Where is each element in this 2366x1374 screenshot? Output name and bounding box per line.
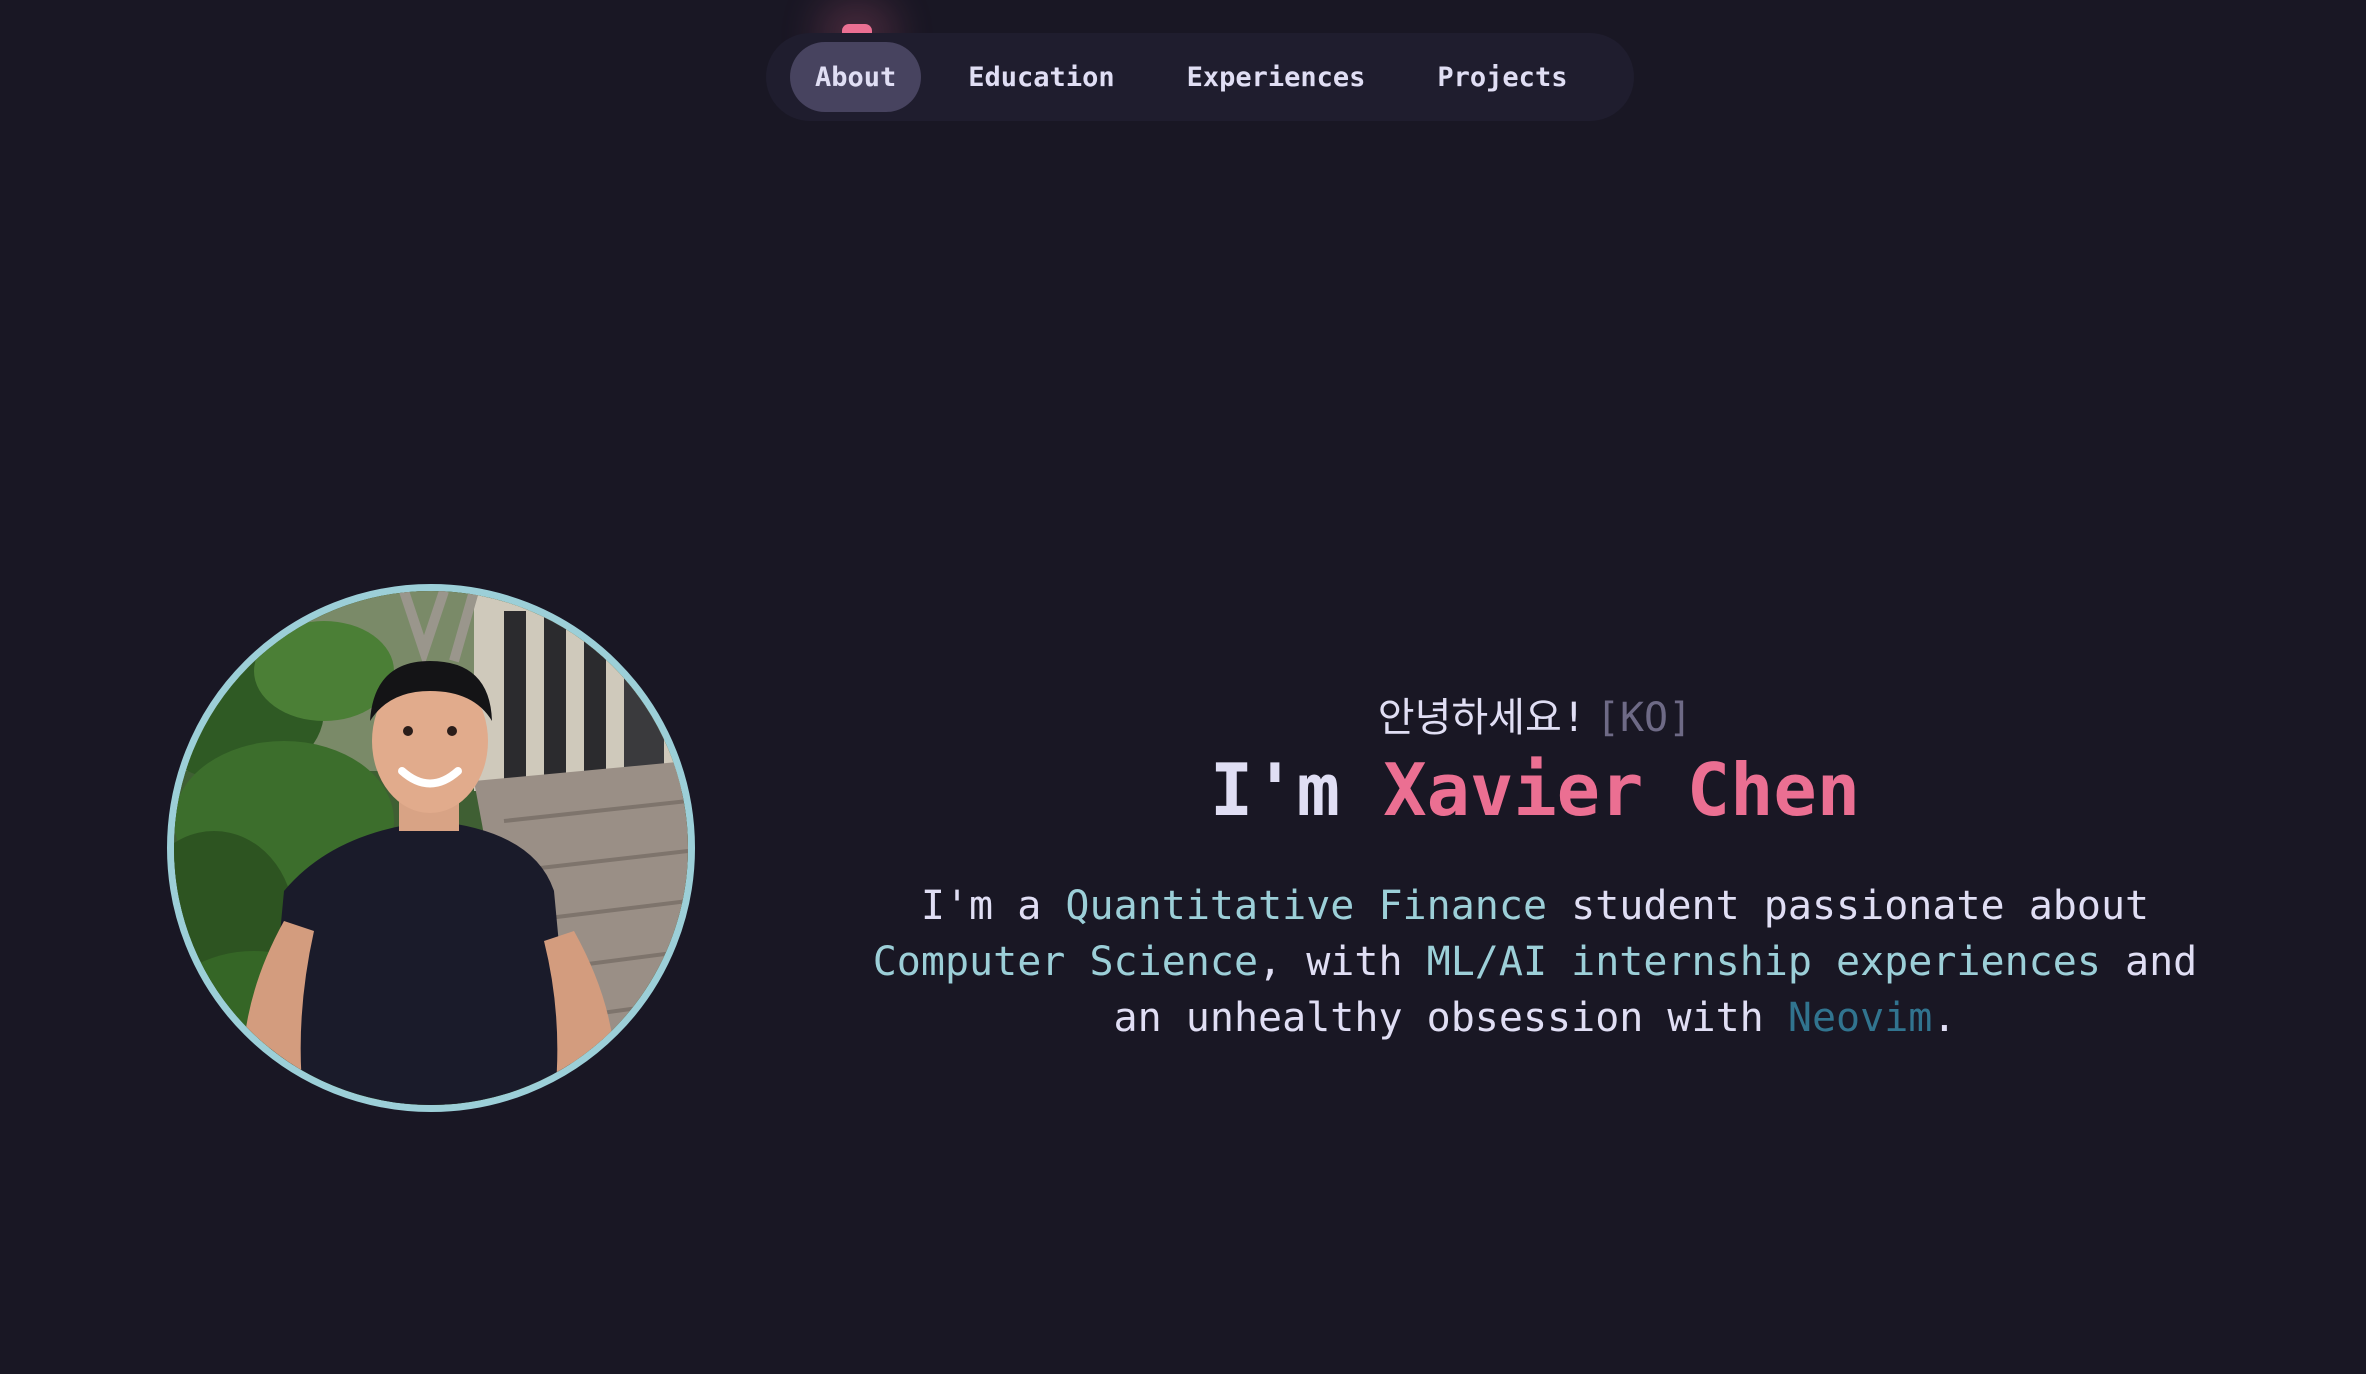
greeting-text: 안녕하세요! — [1377, 695, 1586, 741]
nav-projects[interactable]: Projects — [1412, 42, 1592, 112]
bio-text-5: . — [1932, 995, 1957, 1041]
bio-highlight-quant-finance: Quantitative Finance — [1065, 883, 1548, 929]
bio-text-3: , with — [1258, 939, 1403, 985]
profile-photo-image — [174, 591, 688, 1105]
top-nav: About Education Experiences Projects — [766, 33, 1634, 121]
greeting: 안녕하세요! [KO] — [820, 690, 2250, 746]
hero-section: 안녕하세요! [KO] I'm Xavier Chen I'm a Quantit… — [820, 690, 2250, 1046]
greeting-language-tag[interactable]: [KO] — [1596, 695, 1692, 741]
title-prefix: I'm — [1209, 748, 1340, 832]
hero-title: I'm Xavier Chen — [820, 748, 2250, 832]
hero-bio: I'm a Quantitative Finance student passi… — [855, 878, 2215, 1046]
nav-experiences[interactable]: Experiences — [1162, 42, 1391, 112]
bio-text-2: student passionate about — [1571, 883, 2150, 929]
nav-about[interactable]: About — [790, 42, 922, 112]
nav-education[interactable]: Education — [943, 42, 1139, 112]
profile-photo — [167, 584, 695, 1112]
hero-name: Xavier Chen — [1383, 748, 1861, 832]
bio-highlight-cs: Computer Science — [872, 939, 1259, 985]
bio-highlight-mlai: ML/AI internship experiences — [1426, 939, 2101, 985]
bio-text-1: I'm a — [920, 883, 1042, 929]
bio-highlight-neovim[interactable]: Neovim — [1788, 995, 1933, 1041]
